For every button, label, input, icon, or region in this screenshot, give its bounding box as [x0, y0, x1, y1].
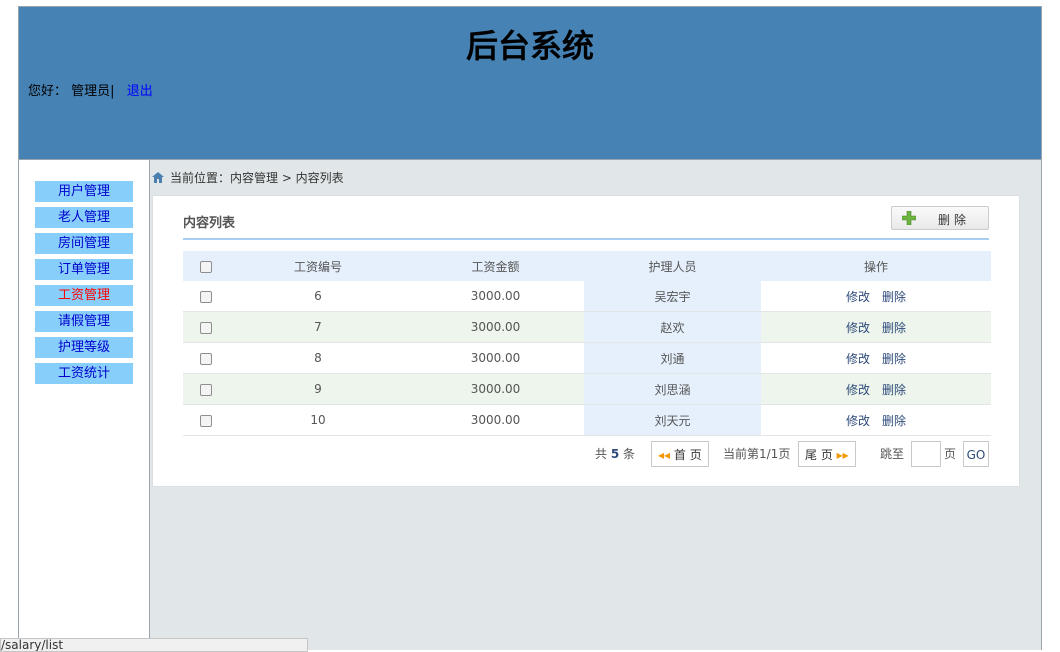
delete-button-label: 删除: [938, 213, 971, 227]
row-actions: 修改 删除: [761, 312, 991, 343]
page-title: 后台系统: [465, 27, 594, 65]
double-right-arrow-icon: ▸▸: [836, 448, 849, 462]
sidebar: 用户管理 老人管理 房间管理 订单管理 工资管理 请假管理 护理等级 工资统计: [19, 160, 150, 650]
nurse-name: 刘思涵: [584, 373, 761, 405]
salary-amount: 3000.00: [470, 413, 521, 427]
total-prefix: 共: [595, 447, 608, 461]
user-name: 管理员|: [71, 84, 115, 99]
breadcrumb-text: 当前位置：内容管理 > 内容列表: [170, 171, 344, 185]
main-content: 当前位置：内容管理 > 内容列表 内容列表 删除 工资编号 工资金额 护理人员: [150, 160, 1041, 650]
greeting-label: 您好：: [28, 84, 68, 99]
first-page-button[interactable]: ◂◂ 首 页: [651, 441, 709, 467]
breadcrumb: 当前位置：内容管理 > 内容列表: [152, 170, 344, 186]
edit-link[interactable]: 修改: [846, 414, 870, 428]
select-all-checkbox[interactable]: [200, 260, 212, 273]
row-checkbox[interactable]: [200, 321, 212, 334]
edit-link[interactable]: 修改: [846, 383, 870, 397]
sidebar-item-orders[interactable]: 订单管理: [35, 259, 133, 280]
double-left-arrow-icon: ◂◂: [658, 448, 671, 462]
row-actions: 修改 删除: [761, 281, 991, 312]
sidebar-item-salary-stats[interactable]: 工资统计: [35, 363, 133, 384]
header: 后台系统 您好： 管理员| 退出: [19, 7, 1041, 160]
column-header: 工资金额: [471, 259, 520, 274]
table-row: 6 3000.00 吴宏宇 修改 删除: [183, 281, 991, 312]
last-page-button[interactable]: 尾 页 ▸▸: [798, 441, 856, 467]
nurse-name: 刘天元: [584, 404, 761, 436]
nurse-name: 刘通: [584, 342, 761, 374]
salary-amount: 3000.00: [470, 382, 521, 396]
delete-link[interactable]: 删除: [882, 352, 906, 366]
row-checkbox[interactable]: [200, 414, 212, 427]
salary-id: 6: [314, 289, 322, 303]
jump-page-input[interactable]: [911, 441, 941, 467]
row-actions: 修改 删除: [761, 374, 991, 405]
logout-link[interactable]: 退出: [127, 84, 153, 99]
table-row: 10 3000.00 刘天元 修改 删除: [183, 404, 991, 436]
salary-id: 10: [310, 413, 326, 427]
table-header-row: 工资编号 工资金额 护理人员 操作: [183, 251, 991, 281]
go-button[interactable]: GO: [963, 441, 989, 467]
select-all-cell: [183, 251, 229, 281]
greeting: 您好： 管理员| 退出: [28, 80, 153, 99]
panel-title: 内容列表: [183, 216, 236, 231]
add-icon: [901, 210, 917, 228]
total-suffix: 条: [623, 447, 636, 461]
salary-amount: 3000.00: [470, 289, 521, 303]
row-checkbox[interactable]: [200, 352, 212, 365]
nurse-name: 赵欢: [584, 311, 761, 343]
sidebar-item-elderly[interactable]: 老人管理: [35, 207, 133, 228]
edit-link[interactable]: 修改: [846, 321, 870, 335]
row-actions: 修改 删除: [761, 405, 991, 436]
page-unit: 页: [944, 447, 957, 461]
column-header: 操作: [863, 259, 888, 274]
current-page-info: 当前第1/1页: [723, 447, 791, 461]
row-checkbox[interactable]: [200, 290, 212, 303]
edit-link[interactable]: 修改: [846, 290, 870, 304]
first-page-label: 首 页: [673, 448, 702, 462]
total-number: 5: [610, 447, 620, 461]
salary-id: 9: [314, 382, 322, 396]
salary-amount: 3000.00: [470, 320, 521, 334]
content-panel: 内容列表 删除 工资编号 工资金额 护理人员 操作 6 3000.00 吴宏宇 …: [152, 195, 1020, 487]
total-count: 共 5 条: [595, 441, 635, 467]
jump-label: 跳至: [880, 447, 905, 461]
last-page-label: 尾 页: [805, 448, 833, 462]
salary-id: 7: [314, 320, 322, 334]
nurse-name: 吴宏宇: [584, 281, 761, 312]
sidebar-item-rooms[interactable]: 房间管理: [35, 233, 133, 254]
home-icon: [152, 171, 164, 187]
table-row: 9 3000.00 刘思涵 修改 删除: [183, 373, 991, 405]
delete-link[interactable]: 删除: [882, 383, 906, 397]
sidebar-item-care-level[interactable]: 护理等级: [35, 337, 133, 358]
salary-table: 工资编号 工资金额 护理人员 操作 6 3000.00 吴宏宇 修改 删除 7 …: [183, 251, 991, 436]
row-actions: 修改 删除: [761, 343, 991, 374]
panel-divider: [183, 238, 989, 240]
delete-link[interactable]: 删除: [882, 321, 906, 335]
table-row: 7 3000.00 赵欢 修改 删除: [183, 311, 991, 343]
table-row: 8 3000.00 刘通 修改 删除: [183, 342, 991, 374]
row-checkbox[interactable]: [200, 383, 212, 396]
salary-amount: 3000.00: [470, 351, 521, 365]
column-header: 工资编号: [293, 259, 342, 274]
app-frame: 后台系统 您好： 管理员| 退出 用户管理 老人管理 房间管理 订单管理 工资管…: [18, 6, 1042, 650]
delete-button[interactable]: 删除: [891, 206, 989, 230]
edit-link[interactable]: 修改: [846, 352, 870, 366]
column-header: 护理人员: [648, 259, 697, 274]
delete-link[interactable]: 删除: [882, 414, 906, 428]
sidebar-item-salary[interactable]: 工资管理: [35, 285, 133, 306]
sidebar-item-leave[interactable]: 请假管理: [35, 311, 133, 332]
salary-id: 8: [314, 351, 322, 365]
pagination: 共 5 条 ◂◂ 首 页 当前第1/1页 尾 页 ▸▸ 跳至 页 GO: [153, 441, 989, 467]
sidebar-item-users[interactable]: 用户管理: [35, 181, 133, 202]
delete-link[interactable]: 删除: [882, 290, 906, 304]
